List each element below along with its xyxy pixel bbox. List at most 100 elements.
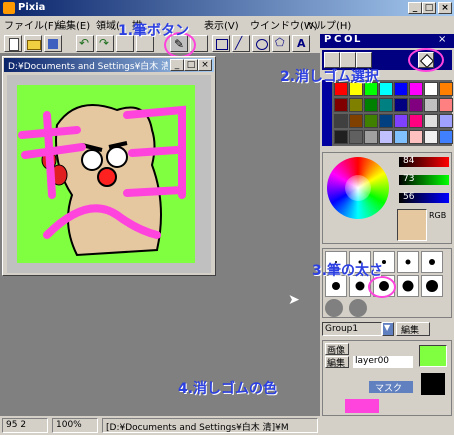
undo-button[interactable]: ↶ (76, 35, 94, 52)
doc-close-button[interactable]: × (198, 59, 212, 71)
layer-image-button[interactable]: 画像 (325, 343, 349, 356)
layer-name: layer00 (355, 356, 390, 366)
brush-edit-button[interactable]: 編集 (396, 322, 430, 336)
color-swatch[interactable] (334, 130, 348, 144)
save-button[interactable] (44, 35, 62, 52)
current-color-preview (397, 209, 427, 241)
color-swatch[interactable] (334, 98, 348, 112)
palette-tab-o[interactable]: O (344, 34, 353, 45)
layer-thumbnail[interactable] (419, 345, 447, 367)
open-file-button[interactable] (24, 35, 42, 52)
color-swatch[interactable] (439, 130, 453, 144)
color-swatch[interactable] (379, 98, 393, 112)
color-swatch[interactable] (394, 114, 408, 128)
redo-button[interactable]: ↷ (96, 35, 114, 52)
group-select[interactable]: Group1 (322, 322, 382, 336)
color-swatch[interactable] (394, 98, 408, 112)
annotation-pen-button: 1.筆ボタン (118, 23, 190, 39)
brush-size-large-2[interactable] (349, 299, 367, 317)
layer-row[interactable]: layer00 (353, 356, 413, 368)
doc-maximize-button[interactable]: □ (184, 59, 198, 71)
color-swatch[interactable] (424, 114, 438, 128)
color-swatch[interactable] (409, 98, 423, 112)
rect-icon (216, 39, 228, 50)
close-button[interactable]: × (438, 2, 452, 14)
document-window: D:¥Documents and Settings¥白木 清 _ □ × (2, 56, 216, 276)
ellipse-icon (256, 39, 268, 50)
color-swatch[interactable] (379, 82, 393, 96)
mask-color-swatch[interactable] (421, 373, 445, 395)
color-swatch[interactable] (349, 114, 363, 128)
palette-tab-p[interactable]: P (324, 34, 331, 45)
brush-size-9[interactable] (397, 275, 419, 297)
layer-mask-button[interactable]: マスク (369, 381, 413, 394)
minimize-button[interactable]: _ (408, 2, 422, 14)
doc-minimize-button[interactable]: _ (170, 59, 184, 71)
new-file-icon (9, 38, 19, 51)
color-swatch[interactable] (424, 82, 438, 96)
brush-size-4[interactable] (397, 251, 419, 273)
color-swatch[interactable] (379, 130, 393, 144)
layer-image-label: 画像 (327, 346, 346, 356)
color-swatch[interactable] (409, 114, 423, 128)
color-swatch[interactable] (424, 98, 438, 112)
red-value: 84 (403, 156, 415, 166)
layer-edit-button[interactable]: 編集 (325, 356, 349, 369)
menu-edit[interactable]: 編集(E) (56, 17, 90, 32)
menu-region[interactable]: 領域( (96, 17, 120, 32)
color-swatch[interactable] (394, 130, 408, 144)
canvas-frame (7, 75, 211, 273)
drawing-canvas[interactable] (17, 85, 195, 263)
eraser-color-swatch[interactable] (345, 399, 379, 413)
color-swatch[interactable] (394, 82, 408, 96)
polygon-tool-button[interactable]: ⬠ (272, 35, 290, 52)
eraser-highlight-circle (408, 48, 444, 72)
rect-tool-button[interactable] (212, 35, 230, 52)
color-swatch[interactable] (439, 98, 453, 112)
text-tool-button[interactable]: A (292, 35, 310, 52)
palette-tab-c[interactable]: C (334, 34, 341, 45)
document-title: D:¥Documents and Settings¥白木 清 (8, 62, 168, 72)
red-slider[interactable]: 84 (399, 156, 449, 167)
brush-size-large-1[interactable] (325, 299, 343, 317)
line-icon: ╱ (235, 36, 243, 50)
color-swatch[interactable] (439, 114, 453, 128)
color-swatch[interactable] (349, 98, 363, 112)
app-title: Pixia (18, 2, 46, 13)
green-slider[interactable]: 73 (399, 174, 449, 185)
color-swatch[interactable] (424, 130, 438, 144)
group-dropdown-button[interactable]: ▼ (382, 322, 394, 336)
menu-view[interactable]: 表示(V) (204, 17, 239, 32)
brush-edit-label: 編集 (401, 326, 420, 336)
color-swatch[interactable] (409, 82, 423, 96)
color-swatch[interactable] (379, 114, 393, 128)
color-swatch[interactable] (409, 130, 423, 144)
brush-size-5[interactable] (421, 251, 443, 273)
color-swatch[interactable] (349, 130, 363, 144)
color-swatch[interactable] (364, 130, 378, 144)
new-file-button[interactable] (4, 35, 22, 52)
color-swatch[interactable] (364, 98, 378, 112)
palette-tab-l[interactable]: L (354, 34, 360, 45)
brush-size-10[interactable] (421, 275, 443, 297)
color-swatch[interactable] (439, 82, 453, 96)
color-swatch[interactable] (364, 114, 378, 128)
chevron-down-icon: ▼ (384, 323, 391, 332)
swatch-row-labels (322, 80, 332, 146)
document-title-bar: D:¥Documents and Settings¥白木 清 _ □ × (4, 58, 214, 72)
menu-help[interactable]: ヘルプ(H) (306, 17, 351, 32)
palette-close-icon[interactable]: × (438, 34, 446, 45)
text-icon: A (297, 37, 306, 50)
folder-icon (27, 40, 41, 50)
palette-tab-row: P C O L × (320, 34, 454, 48)
redo-icon: ↷ (99, 36, 110, 50)
color-swatch[interactable] (334, 114, 348, 128)
rgb-label: RGB (429, 211, 447, 220)
blue-slider[interactable]: 56 (399, 192, 449, 203)
menu-file[interactable]: ファイル(F) (4, 17, 58, 32)
layer-mask-label: マスク (375, 384, 403, 394)
ellipse-tool-button[interactable] (252, 35, 270, 52)
maximize-button[interactable]: □ (422, 2, 436, 14)
line-tool-button[interactable]: ╱ (232, 35, 250, 52)
bear-glasses-right (106, 146, 128, 168)
